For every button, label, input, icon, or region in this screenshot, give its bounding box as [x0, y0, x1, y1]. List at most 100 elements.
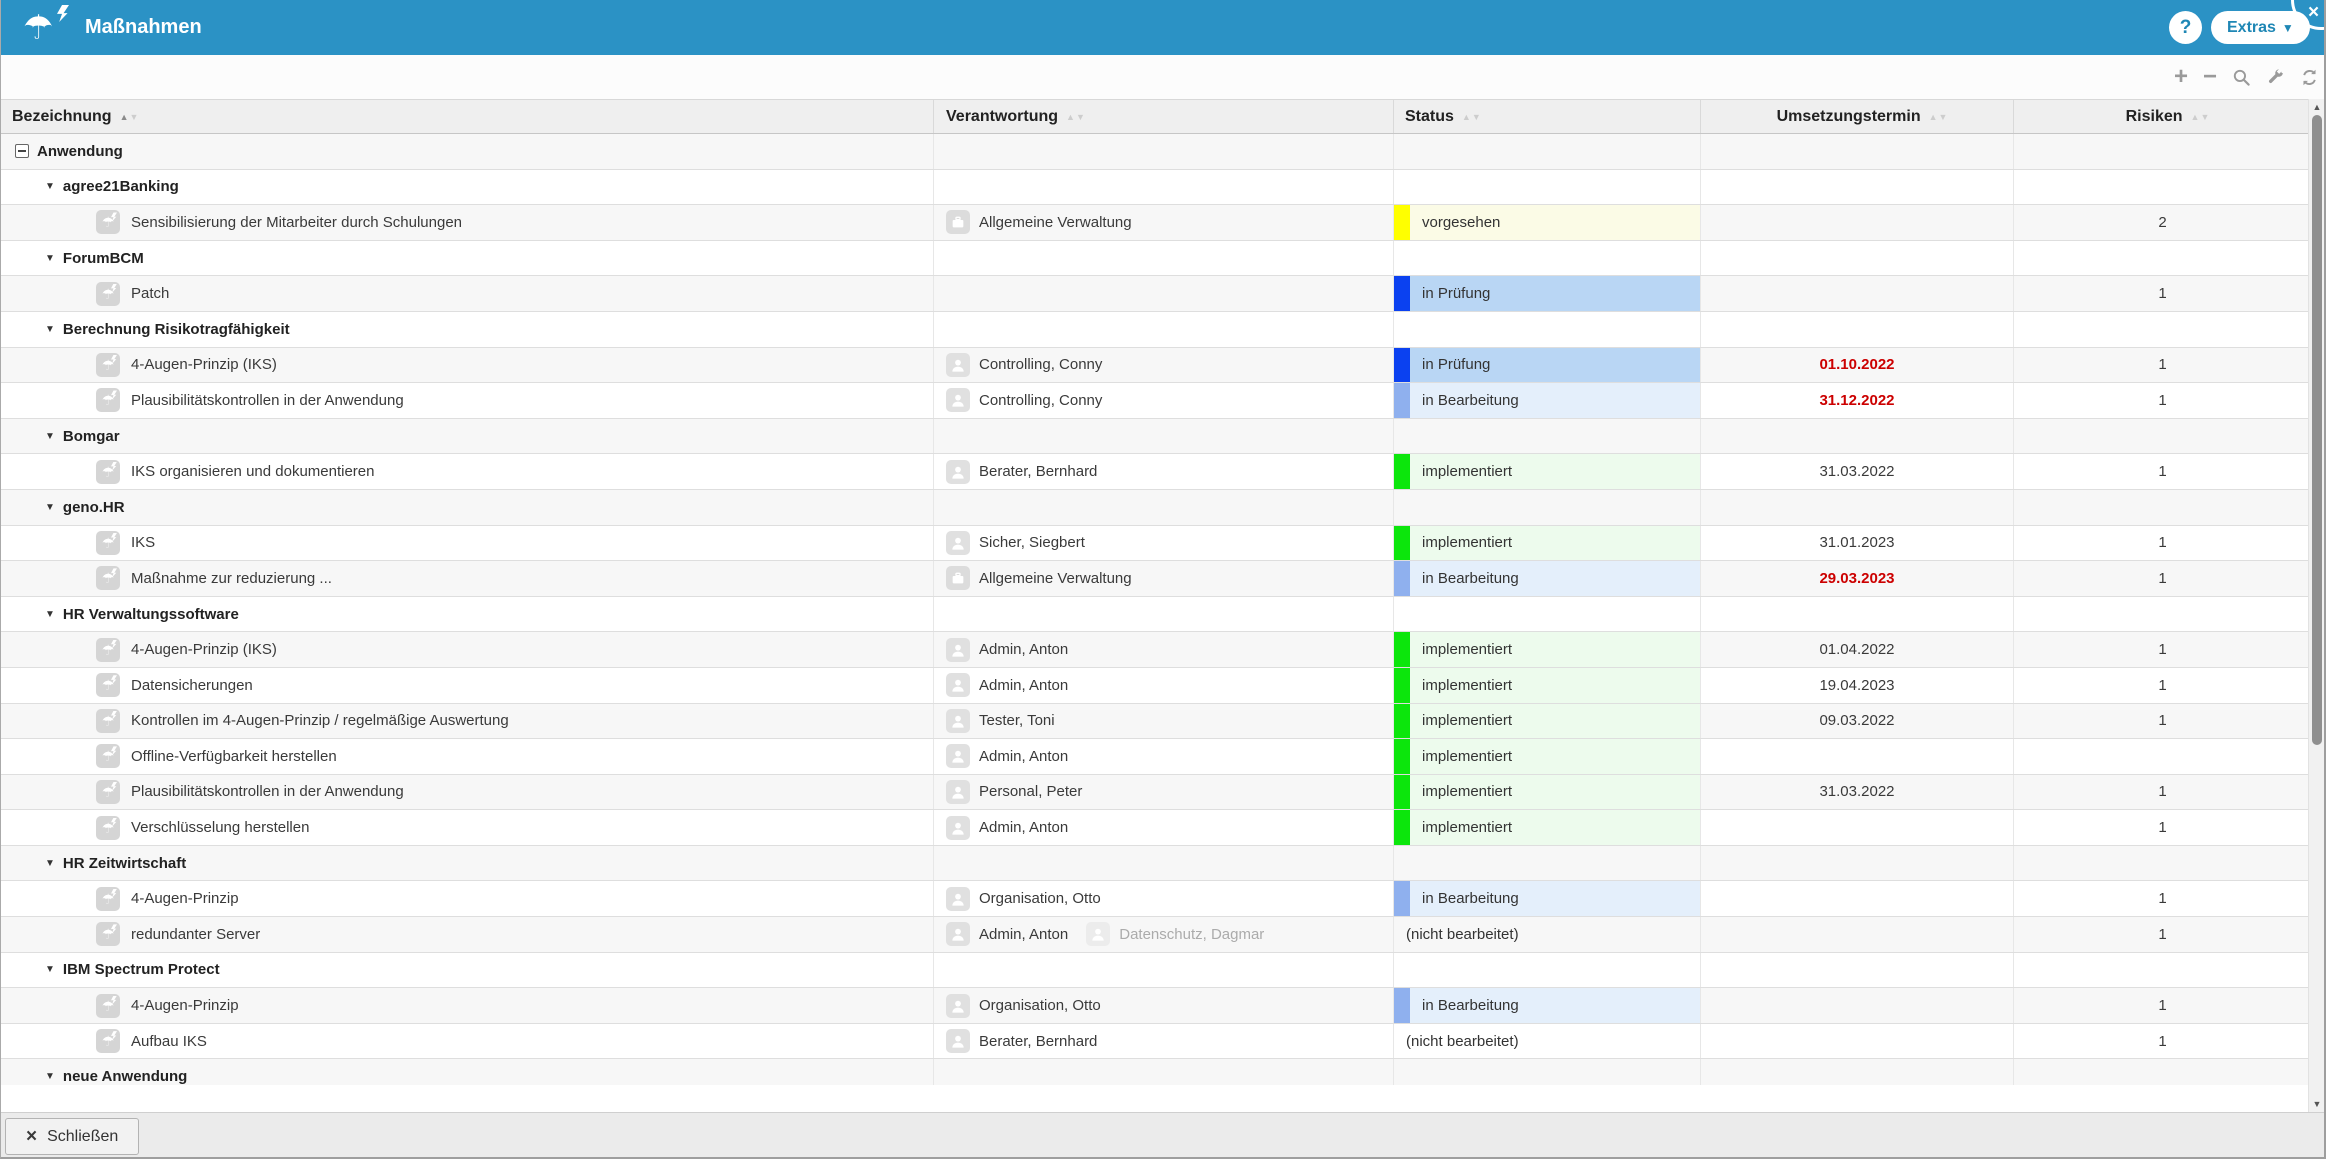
scroll-up-icon[interactable]: ▲ — [2309, 102, 2325, 112]
search-icon[interactable] — [2232, 68, 2251, 87]
caret-down-icon[interactable]: ▼ — [45, 253, 55, 264]
extras-label: Extras — [2227, 19, 2276, 36]
measure-icon: ☂ — [96, 780, 120, 804]
table-row[interactable]: ☂4-Augen-PrinzipOrganisation, Ottoin Bea… — [1, 988, 2311, 1024]
table-row[interactable]: ☂IKSSicher, Siegbertimplementiert31.01.2… — [1, 526, 2311, 562]
scrollbar-thumb[interactable] — [2312, 115, 2322, 745]
bezeichnung-cell: ☂redundanter Server — [1, 917, 934, 952]
table-row[interactable]: ☂IKS organisieren und dokumentierenBerat… — [1, 454, 2311, 490]
verantwortung-cell: Admin, Anton — [934, 632, 1394, 667]
risks-cell — [2014, 739, 2311, 774]
measure-label: Offline-Verfügbarkeit herstellen — [131, 748, 337, 765]
status-color-bar — [1394, 810, 1410, 845]
bezeichnung-cell: ▼IBM Spectrum Protect — [1, 953, 934, 988]
person-icon — [946, 638, 970, 662]
verantwortung-cell — [934, 490, 1394, 525]
table-row[interactable]: ☂Sensibilisierung der Mitarbeiter durch … — [1, 205, 2311, 241]
risks-cell: 1 — [2014, 881, 2311, 916]
close-button-label: Schließen — [47, 1128, 118, 1146]
caret-down-icon[interactable]: ▼ — [45, 858, 55, 869]
due-date-cell: 31.03.2022 — [1701, 775, 2014, 810]
verantwortung-cell — [934, 170, 1394, 205]
measure-icon: ☂ — [96, 210, 120, 234]
collapse-icon[interactable] — [15, 144, 29, 158]
caret-down-icon[interactable]: ▼ — [45, 964, 55, 975]
risks-cell: 1 — [2014, 704, 2311, 739]
person-icon — [946, 709, 970, 733]
measure-label: redundanter Server — [131, 926, 260, 943]
vertical-scrollbar[interactable]: ▲ ▼ — [2308, 99, 2324, 1112]
status-color-bar — [1394, 775, 1410, 810]
close-button[interactable]: × Schließen — [5, 1118, 139, 1155]
table-row[interactable]: ☂Offline-Verfügbarkeit herstellenAdmin, … — [1, 739, 2311, 775]
column-header-umsetzungstermin[interactable]: Umsetzungstermin ▲▼ — [1701, 100, 2014, 133]
wrench-icon[interactable] — [2266, 68, 2285, 87]
group-row[interactable]: ▼HR Zeitwirtschaft — [1, 846, 2311, 882]
measure-icon: ☂ — [96, 638, 120, 662]
column-header-status[interactable]: Status ▲▼ — [1394, 100, 1701, 133]
refresh-icon[interactable] — [2300, 68, 2319, 87]
table-row[interactable]: ☂4-Augen-Prinzip (IKS)Controlling, Conny… — [1, 348, 2311, 384]
table-row[interactable]: ☂4-Augen-PrinzipOrganisation, Ottoin Bea… — [1, 881, 2311, 917]
table-row[interactable]: ☂Kontrollen im 4-Augen-Prinzip / regelmä… — [1, 704, 2311, 740]
risk-count: 1 — [2158, 997, 2166, 1014]
assignee: Berater, Bernhard — [946, 1029, 1097, 1053]
risk-count: 1 — [2158, 890, 2166, 907]
status-cell: in Bearbeitung — [1394, 881, 1701, 916]
table-row[interactable]: ☂Maßnahme zur reduzierung ...Allgemeine … — [1, 561, 2311, 597]
measure-label: Aufbau IKS — [131, 1033, 207, 1050]
status-color-bar — [1394, 632, 1410, 667]
status-label: implementiert — [1422, 534, 1512, 551]
caret-down-icon[interactable]: ▼ — [45, 324, 55, 335]
caret-down-icon[interactable]: ▼ — [45, 502, 55, 513]
status-cell — [1394, 170, 1701, 205]
minus-icon[interactable]: − — [2203, 67, 2217, 87]
assignee: Admin, Anton — [946, 816, 1068, 840]
risk-count: 1 — [2158, 677, 2166, 694]
table-row[interactable]: ☂redundanter ServerAdmin, AntonDatenschu… — [1, 917, 2311, 953]
table-row[interactable]: ☂Patchin Prüfung1 — [1, 276, 2311, 312]
table-row[interactable]: ☂Plausibilitätskontrollen in der Anwendu… — [1, 775, 2311, 811]
person-icon — [946, 353, 970, 377]
group-row[interactable]: ▼HR Verwaltungssoftware — [1, 597, 2311, 633]
group-row[interactable]: ▼geno.HR — [1, 490, 2311, 526]
risks-cell: 1 — [2014, 276, 2311, 311]
assignee: Organisation, Otto — [946, 994, 1101, 1018]
risks-cell: 1 — [2014, 632, 2311, 667]
group-row[interactable]: ▼neue Anwendung — [1, 1059, 2311, 1085]
status-badge: in Bearbeitung — [1394, 383, 1700, 418]
help-button[interactable]: ? — [2169, 11, 2202, 44]
table-row[interactable]: ☂Plausibilitätskontrollen in der Anwendu… — [1, 383, 2311, 419]
verantwortung-cell: Tester, Toni — [934, 704, 1394, 739]
plus-icon[interactable]: + — [2174, 67, 2188, 87]
group-row[interactable]: ▼agree21Banking — [1, 170, 2311, 206]
status-label: in Bearbeitung — [1422, 570, 1519, 587]
due-date-cell — [1701, 490, 2014, 525]
verantwortung-cell: Allgemeine Verwaltung — [934, 205, 1394, 240]
caret-down-icon[interactable]: ▼ — [45, 181, 55, 192]
caret-down-icon[interactable]: ▼ — [45, 1071, 55, 1082]
table-row[interactable]: ☂Verschlüsselung herstellenAdmin, Antoni… — [1, 810, 2311, 846]
scroll-down-icon[interactable]: ▼ — [2309, 1099, 2325, 1109]
group-row[interactable]: ▼Bomgar — [1, 419, 2311, 455]
column-header-bezeichnung[interactable]: Bezeichnung ▲▼ — [1, 100, 934, 133]
status-cell: implementiert — [1394, 704, 1701, 739]
caret-down-icon[interactable]: ▼ — [45, 431, 55, 442]
status-color-bar — [1394, 668, 1410, 703]
table-row[interactable]: ☂Aufbau IKSBerater, Bernhard(nicht bearb… — [1, 1024, 2311, 1060]
group-row[interactable]: Anwendung — [1, 134, 2311, 170]
group-row[interactable]: ▼ForumBCM — [1, 241, 2311, 277]
risk-count: 2 — [2158, 214, 2166, 231]
assignee-name: Datenschutz, Dagmar — [1119, 926, 1264, 943]
group-row[interactable]: ▼Berechnung Risikotragfähigkeit — [1, 312, 2311, 348]
column-header-risiken[interactable]: Risiken ▲▼ — [2014, 100, 2311, 133]
column-header-verantwortung[interactable]: Verantwortung ▲▼ — [934, 100, 1394, 133]
risks-cell: 1 — [2014, 526, 2311, 561]
bezeichnung-cell: ☂Datensicherungen — [1, 668, 934, 703]
group-row[interactable]: ▼IBM Spectrum Protect — [1, 953, 2311, 989]
caret-down-icon[interactable]: ▼ — [45, 609, 55, 620]
status-label: implementiert — [1422, 783, 1512, 800]
table-row[interactable]: ☂DatensicherungenAdmin, Antonimplementie… — [1, 668, 2311, 704]
table-row[interactable]: ☂4-Augen-Prinzip (IKS)Admin, Antonimplem… — [1, 632, 2311, 668]
assignee-name: Controlling, Conny — [979, 392, 1102, 409]
